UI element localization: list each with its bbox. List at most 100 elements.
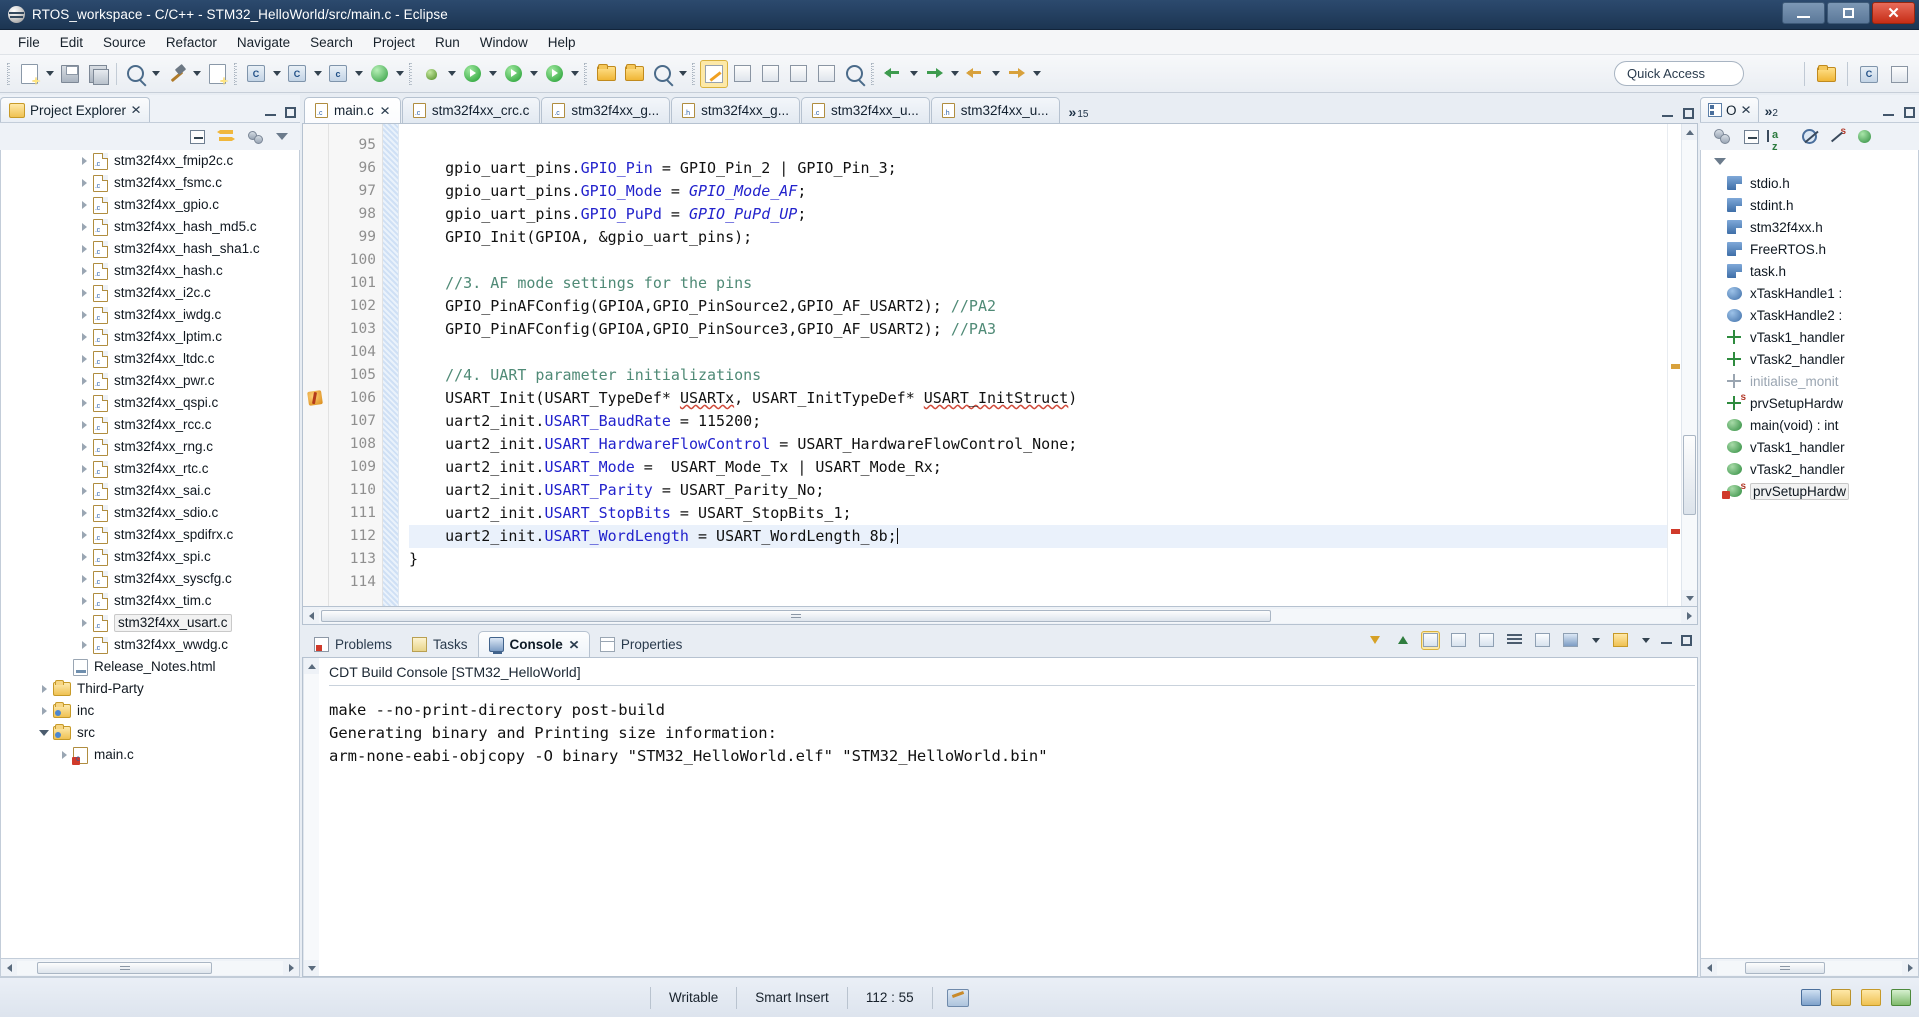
code-line[interactable]: GPIO_PinAFConfig(GPIOA,GPIO_PinSource3,G… bbox=[409, 318, 1667, 341]
outline-item[interactable]: vTask2_handler bbox=[1701, 348, 1918, 370]
code-line[interactable]: uart2_init.USART_StopBits = USART_StopBi… bbox=[409, 502, 1667, 525]
chevron-right-icon[interactable] bbox=[75, 289, 93, 297]
editor-tab[interactable]: .c main.c ✕ bbox=[304, 97, 401, 123]
outline-item[interactable]: vTask1_handler bbox=[1701, 326, 1918, 348]
status-editor-icon-box[interactable] bbox=[931, 986, 983, 1009]
open-folder-button[interactable] bbox=[592, 60, 620, 88]
open-console-icon[interactable] bbox=[1561, 631, 1580, 650]
more-editor-tabs-button[interactable]: » 15 bbox=[1061, 104, 1095, 123]
console-tab[interactable]: Console ✕ bbox=[477, 631, 590, 657]
next-edit-button[interactable] bbox=[920, 60, 948, 88]
tree-item[interactable]: .c stm32f4xx_pwr.c bbox=[1, 370, 299, 392]
tree-item[interactable]: .c stm32f4xx_usart.c bbox=[1, 612, 299, 634]
tree-item[interactable]: .c stm32f4xx_iwdg.c bbox=[1, 304, 299, 326]
console-tab[interactable]: Tasks bbox=[402, 631, 478, 657]
editor-hscroll-thumb[interactable] bbox=[321, 609, 1271, 622]
search-button[interactable] bbox=[648, 60, 676, 88]
console-minimize-icon[interactable] bbox=[1661, 635, 1672, 646]
chevron-right-icon[interactable] bbox=[55, 751, 73, 759]
outline-item[interactable]: initialise_monit bbox=[1701, 370, 1918, 392]
code-line[interactable] bbox=[409, 571, 1667, 594]
project-tree-hscrollbar[interactable] bbox=[0, 959, 300, 977]
show-console-icon[interactable] bbox=[1477, 631, 1496, 650]
tree-item[interactable]: main.c bbox=[1, 744, 299, 766]
forward-dropdown-arrow[interactable] bbox=[1030, 60, 1043, 88]
new-console-view-icon[interactable] bbox=[1611, 631, 1630, 650]
chevron-right-icon[interactable] bbox=[75, 487, 93, 495]
back-dropdown-arrow[interactable] bbox=[989, 60, 1002, 88]
outline-item[interactable]: xTaskHandle1 : bbox=[1701, 282, 1918, 304]
chevron-right-icon[interactable] bbox=[75, 355, 93, 363]
outline-item[interactable]: vTask1_handler bbox=[1701, 436, 1918, 458]
editor-tab[interactable]: .c stm32f4xx_u... bbox=[800, 97, 930, 123]
minimize-icon[interactable] bbox=[265, 107, 276, 118]
project-tree[interactable]: .c stm32f4xx_fmip2c.c .c stm32f4xx_fsmc.c .c… bbox=[0, 150, 300, 959]
editor-tab[interactable]: .c stm32f4xx_crc.c bbox=[401, 97, 541, 123]
tree-item[interactable]: .c stm32f4xx_rng.c bbox=[1, 436, 299, 458]
code-line[interactable]: gpio_uart_pins.GPIO_Mode = GPIO_Mode_AF; bbox=[409, 180, 1667, 203]
new-c-file-dropdown-arrow[interactable] bbox=[352, 60, 365, 88]
editor-scroll-left-icon[interactable] bbox=[303, 608, 319, 624]
clear-console-icon[interactable] bbox=[1449, 631, 1468, 650]
editor-hscroll-track[interactable] bbox=[319, 608, 1681, 623]
code-line[interactable]: USART_Init(USART_TypeDef* USARTx, USART_… bbox=[409, 387, 1667, 410]
external-tools-button[interactable] bbox=[540, 60, 568, 88]
chevron-right-icon[interactable] bbox=[75, 553, 93, 561]
tree-item[interactable]: Third-Party bbox=[1, 678, 299, 700]
new-c-project-button[interactable]: C bbox=[242, 60, 270, 88]
group-icon[interactable] bbox=[1714, 128, 1731, 145]
chevron-right-icon[interactable] bbox=[75, 267, 93, 275]
perspective-cpp-button[interactable]: C bbox=[1855, 60, 1883, 88]
maximize-icon[interactable] bbox=[285, 107, 296, 118]
outline-hscroll-thumb[interactable] bbox=[1745, 961, 1825, 974]
hscroll-thumb[interactable] bbox=[37, 961, 212, 974]
quick-access-input[interactable]: Quick Access bbox=[1614, 61, 1744, 86]
warning-marker[interactable] bbox=[1671, 364, 1680, 369]
tree-item[interactable]: .c stm32f4xx_lptim.c bbox=[1, 326, 299, 348]
outline-item[interactable]: stm32f4xx.h bbox=[1701, 216, 1918, 238]
console-vscroll-track[interactable] bbox=[304, 674, 319, 960]
console-vscrollbar[interactable] bbox=[303, 658, 319, 976]
external-tools-dropdown-arrow[interactable] bbox=[568, 60, 581, 88]
chevron-right-icon[interactable] bbox=[35, 707, 53, 715]
outline-item[interactable]: stdio.h bbox=[1701, 172, 1918, 194]
forward-button[interactable] bbox=[1002, 60, 1030, 88]
link-with-editor-icon[interactable] bbox=[217, 129, 236, 144]
chevron-right-icon[interactable] bbox=[75, 377, 93, 385]
editor-tab[interactable]: .h stm32f4xx_g... bbox=[671, 97, 800, 123]
maximize-button[interactable] bbox=[1827, 2, 1870, 24]
chevron-down-icon[interactable] bbox=[1714, 157, 1726, 165]
outline-item[interactable]: main(void) : int bbox=[1701, 414, 1918, 436]
chevron-right-icon[interactable] bbox=[75, 597, 93, 605]
code-line[interactable] bbox=[409, 249, 1667, 272]
perspective-other-button[interactable] bbox=[1885, 60, 1913, 88]
back-button[interactable] bbox=[961, 60, 989, 88]
outline-item[interactable]: FreeRTOS.h bbox=[1701, 238, 1918, 260]
outline-item[interactable]: xTaskHandle2 : bbox=[1701, 304, 1918, 326]
menu-navigate[interactable]: Navigate bbox=[227, 32, 300, 53]
toolbar-grip[interactable] bbox=[7, 62, 12, 85]
outline-root-toggle[interactable] bbox=[1701, 150, 1918, 172]
chevron-right-icon[interactable] bbox=[75, 399, 93, 407]
code-line[interactable]: GPIO_Init(GPIOA, &gpio_uart_pins); bbox=[409, 226, 1667, 249]
workspace-icon[interactable] bbox=[1861, 989, 1881, 1006]
console-maximize-icon[interactable] bbox=[1681, 634, 1692, 646]
tab-outline[interactable]: O ✕ bbox=[1700, 97, 1759, 122]
outline-minimize-icon[interactable] bbox=[1883, 107, 1894, 118]
display-selected-icon[interactable] bbox=[1505, 631, 1524, 650]
chevron-right-icon[interactable] bbox=[75, 333, 93, 341]
tree-item[interactable]: .c stm32f4xx_tim.c bbox=[1, 590, 299, 612]
console-tab[interactable]: Properties bbox=[590, 631, 693, 657]
scroll-down-icon[interactable] bbox=[1682, 590, 1697, 606]
code-line[interactable]: uart2_init.USART_BaudRate = 115200; bbox=[409, 410, 1667, 433]
chevron-right-icon[interactable] bbox=[75, 641, 93, 649]
hide-static-icon[interactable] bbox=[1830, 126, 1846, 144]
collapse-all-icon[interactable] bbox=[1744, 129, 1759, 144]
chevron-right-icon[interactable] bbox=[75, 245, 93, 253]
outline-scroll-left-icon[interactable] bbox=[1701, 960, 1717, 976]
word-wrap-icon[interactable] bbox=[1533, 631, 1552, 650]
toolbar-grip-4[interactable] bbox=[584, 62, 589, 85]
source-editor[interactable]: 95 96 97 98 99 100 101 102 103 104 105 106 107 108 109… bbox=[302, 123, 1698, 607]
new-c-project-dropdown-arrow[interactable] bbox=[270, 60, 283, 88]
chevron-right-icon[interactable] bbox=[75, 179, 93, 187]
